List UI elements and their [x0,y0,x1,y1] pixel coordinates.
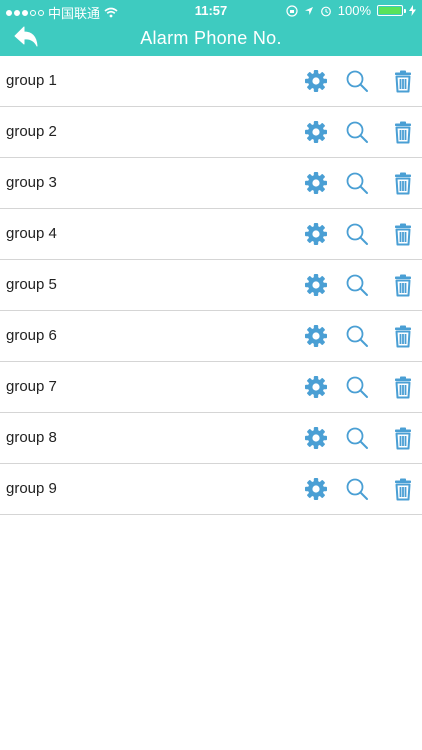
query-button[interactable] [345,273,369,297]
gear-icon [305,325,327,347]
settings-button[interactable] [304,324,328,348]
group-label: group 5 [6,276,57,293]
group-row[interactable]: group 9 [0,464,422,515]
group-label: group 8 [6,429,57,446]
query-button[interactable] [345,171,369,195]
delete-button[interactable] [391,120,415,144]
group-row[interactable]: group 2 [0,107,422,158]
rotation-lock-icon [286,4,298,17]
settings-button[interactable] [304,477,328,501]
status-bar: 中国联通 11:57 100% [0,0,422,22]
trash-icon [395,274,411,297]
delete-button[interactable] [391,324,415,348]
group-row[interactable]: group 6 [0,311,422,362]
navigation-bar: Alarm Phone No. [0,22,422,56]
trash-icon [395,223,411,246]
gear-icon [305,223,327,245]
gear-icon [305,427,327,449]
battery-percent: 100% [337,3,371,18]
settings-button[interactable] [304,69,328,93]
page-title: Alarm Phone No. [140,28,282,48]
group-label: group 1 [6,72,57,89]
trash-icon [395,121,411,144]
delete-button[interactable] [391,273,415,297]
gear-icon [305,70,327,92]
group-label: group 2 [6,123,57,140]
search-icon [346,427,368,449]
gear-icon [305,121,327,143]
group-row[interactable]: group 1 [0,56,422,107]
search-icon [346,121,368,143]
location-arrow-icon [304,6,313,15]
query-button[interactable] [345,222,369,246]
group-label: group 7 [6,378,57,395]
settings-button[interactable] [304,375,328,399]
query-button[interactable] [345,477,369,501]
delete-button[interactable] [391,426,415,450]
settings-button[interactable] [304,426,328,450]
group-label: group 3 [6,174,57,191]
trash-icon [395,325,411,348]
query-button[interactable] [345,324,369,348]
delete-button[interactable] [391,222,415,246]
battery-icon [377,5,406,16]
status-right: 100% [286,3,416,18]
trash-icon [395,427,411,450]
settings-button[interactable] [304,171,328,195]
gear-icon [305,478,327,500]
group-label: group 9 [6,480,57,497]
search-icon [346,223,368,245]
settings-button[interactable] [304,120,328,144]
search-icon [346,172,368,194]
gear-icon [305,376,327,398]
group-row[interactable]: group 4 [0,209,422,260]
trash-icon [395,70,411,93]
search-icon [346,70,368,92]
search-icon [346,376,368,398]
query-button[interactable] [345,120,369,144]
search-icon [346,274,368,296]
gear-icon [305,274,327,296]
group-row[interactable]: group 7 [0,362,422,413]
group-row[interactable]: group 3 [0,158,422,209]
charging-bolt-icon [409,5,416,16]
delete-button[interactable] [391,375,415,399]
delete-button[interactable] [391,171,415,195]
query-button[interactable] [345,375,369,399]
gear-icon [305,172,327,194]
delete-button[interactable] [391,69,415,93]
group-list: group 1 group 2 group 3 group 4 group 5 … [0,56,422,515]
group-row[interactable]: group 5 [0,260,422,311]
group-label: group 4 [6,225,57,242]
query-button[interactable] [345,69,369,93]
top-bar: 中国联通 11:57 100% Alarm Phone No. [0,0,422,56]
trash-icon [395,478,411,501]
group-label: group 6 [6,327,57,344]
alarm-clock-icon [320,6,331,16]
settings-button[interactable] [304,273,328,297]
delete-button[interactable] [391,477,415,501]
settings-button[interactable] [304,222,328,246]
trash-icon [395,376,411,399]
query-button[interactable] [345,426,369,450]
trash-icon [395,172,411,195]
group-row[interactable]: group 8 [0,413,422,464]
search-icon [346,478,368,500]
search-icon [346,325,368,347]
